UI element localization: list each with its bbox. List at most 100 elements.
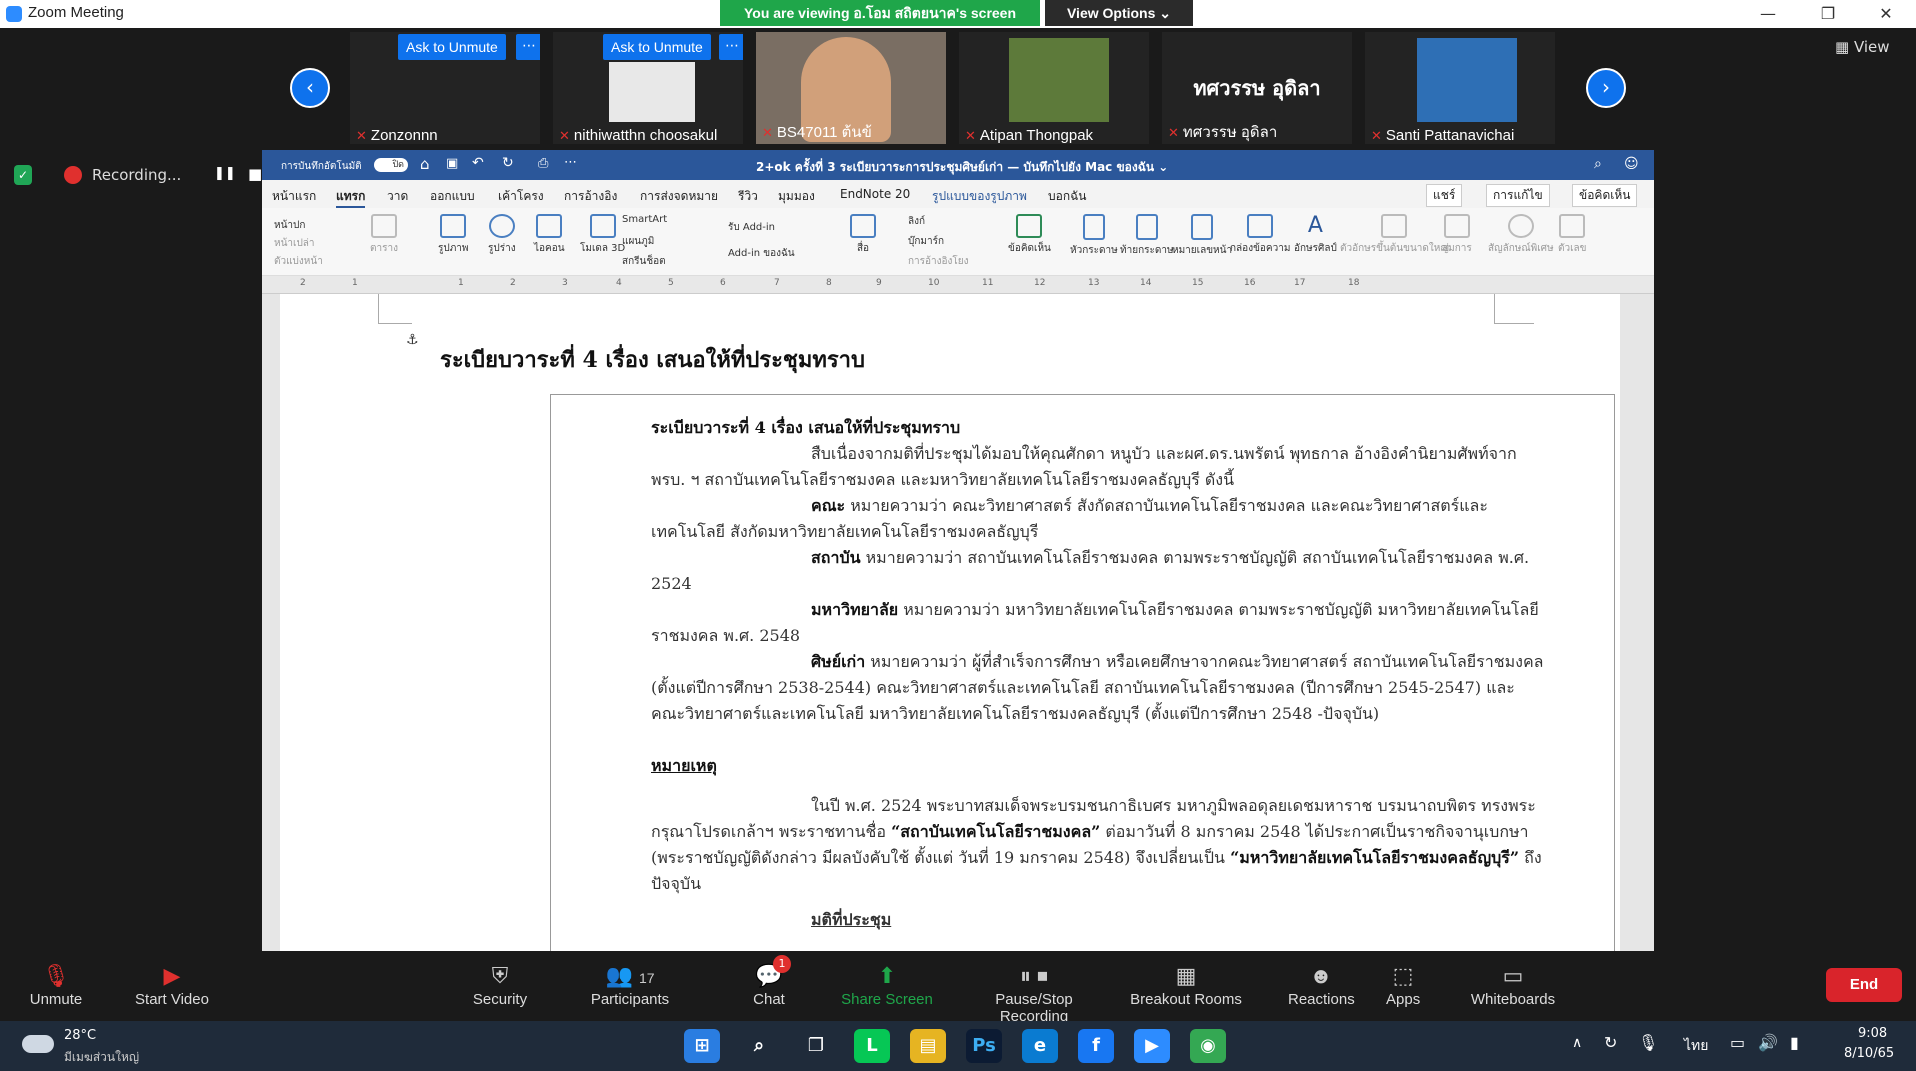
text-box[interactable]: ระเบียบวาระที่ 4 เรื่อง เสนอให้ที่ประชุม… [550, 394, 1615, 951]
edge-icon[interactable]: e [1022, 1029, 1058, 1063]
ribbon-screenshot[interactable]: สกรีนช็อต [622, 254, 666, 269]
clock-time[interactable]: 9:08 [1858, 1026, 1887, 1041]
ribbon-cross-reference[interactable]: การอ้างอิงโยง [908, 254, 969, 269]
participant-tile[interactable]: ✕ Atipan Thongpak [959, 32, 1149, 144]
view-button[interactable]: ▦ View [1835, 38, 1890, 56]
save-icon[interactable]: ▣ [446, 156, 458, 171]
participant-tile[interactable]: ทศวรรษ อุดิลา ✕ ทศวรรษ อุดิลา [1162, 32, 1352, 144]
tab-review[interactable]: รีวิว [738, 187, 758, 206]
redo-icon[interactable]: ↻ [502, 155, 514, 171]
network-icon[interactable]: ▭ [1730, 1033, 1745, 1052]
gallery-next-icon[interactable]: › [1586, 68, 1626, 108]
ribbon-table[interactable]: ตาราง [370, 214, 398, 256]
search-icon[interactable]: ⌕ [1594, 156, 1602, 172]
ribbon-link[interactable]: ลิงก์ [908, 214, 925, 229]
more-icon[interactable]: ⋯ [564, 155, 577, 170]
ribbon-wordart[interactable]: A อักษรศิลป์ [1294, 214, 1337, 256]
tab-tell-me[interactable]: บอกฉัน [1048, 187, 1086, 206]
ribbon-equation[interactable]: สมการ [1442, 214, 1472, 256]
participant-tile[interactable]: Ask to Unmute ⋯ ✕ nithiwatthn choosakul [553, 32, 743, 144]
ask-to-unmute-button[interactable]: Ask to Unmute [603, 34, 711, 60]
ribbon-shapes[interactable]: รูปร่าง [488, 214, 516, 256]
participants-button[interactable]: 👥 17 Participants [588, 961, 672, 1008]
battery-icon[interactable]: ▮ [1790, 1033, 1799, 1052]
ribbon-cover-page[interactable]: หน้าปก [274, 218, 305, 233]
tab-mailings[interactable]: การส่งจดหมาย [640, 187, 718, 206]
apps-button[interactable]: ⬚ Apps [1386, 961, 1420, 1008]
ribbon-pictures[interactable]: รูปภาพ [438, 214, 469, 256]
search-icon[interactable]: ⌕ [741, 1029, 777, 1063]
zoom-app-icon[interactable]: ▶ [1134, 1029, 1170, 1063]
volume-icon[interactable]: 🔊 [1758, 1033, 1778, 1052]
security-button[interactable]: ⛨ Security [468, 961, 532, 1008]
tab-draw[interactable]: วาด [387, 187, 408, 206]
tab-design[interactable]: ออกแบบ [430, 187, 475, 206]
ribbon-bookmark[interactable]: บุ๊กมาร์ก [908, 234, 944, 249]
comments-button[interactable]: ข้อคิดเห็น [1572, 184, 1638, 207]
ribbon-drop-cap[interactable]: ตัวอักษรขึ้นต้นขนาดใหญ่ [1340, 214, 1449, 256]
minimize-button[interactable]: — [1748, 2, 1788, 26]
ribbon-page-break[interactable]: ตัวแบ่งหน้า [274, 254, 323, 269]
close-button[interactable]: ✕ [1866, 2, 1906, 26]
facebook-icon[interactable]: f [1078, 1029, 1114, 1063]
tab-picture-format[interactable]: รูปแบบของรูปภาพ [932, 187, 1027, 206]
ribbon-3d-models[interactable]: โมเดล 3D [580, 214, 625, 256]
ribbon-get-addins[interactable]: รับ Add-in [728, 220, 775, 235]
print-icon[interactable]: ⎙ [538, 156, 548, 171]
ribbon-icons[interactable]: ไอคอน [534, 214, 565, 256]
ribbon-number[interactable]: ตัวเลข [1558, 214, 1587, 256]
editing-button[interactable]: การแก้ไข [1486, 184, 1550, 207]
language-indicator[interactable]: ไทย [1684, 1035, 1708, 1057]
unmute-button[interactable]: 🎙 Unmute [26, 961, 86, 1008]
more-options-button[interactable]: ⋯ [719, 34, 743, 60]
mic-tray-icon[interactable]: 🎙 [1638, 1033, 1658, 1052]
undo-icon[interactable]: ↶ [472, 155, 484, 171]
gallery-prev-icon[interactable]: ‹ [290, 68, 330, 108]
pause-stop-recording-button[interactable]: ⏸ ⏹ Pause/Stop Recording [960, 961, 1108, 1025]
share-people-icon[interactable]: ☺ [1624, 156, 1639, 172]
participant-tile[interactable]: ✕ Santi Pattanavichai [1365, 32, 1555, 144]
line-app-icon[interactable]: L [854, 1029, 890, 1063]
autosave-toggle[interactable]: ปิด [374, 158, 408, 172]
home-icon[interactable]: ⌂ [420, 155, 430, 173]
photoshop-icon[interactable]: Ps [966, 1029, 1002, 1063]
sync-icon[interactable]: ↻ [1604, 1033, 1617, 1052]
horizontal-ruler[interactable]: 2 1 1 2 3 4 5 6 7 8 9 10 11 12 13 14 15 … [262, 276, 1654, 294]
breakout-rooms-button[interactable]: ▦ Breakout Rooms [1130, 961, 1242, 1008]
restore-button[interactable]: ❐ [1808, 2, 1848, 26]
reactions-button[interactable]: ☻ Reactions [1288, 961, 1355, 1008]
ribbon-chart[interactable]: แผนภูมิ [622, 234, 654, 249]
participant-tile[interactable]: ✕ BS47011 ต้นข้ [756, 32, 946, 144]
ribbon-text-box[interactable]: กล่องข้อความ [1230, 214, 1290, 256]
ribbon-blank-page[interactable]: หน้าเปล่า [274, 236, 315, 251]
share-button[interactable]: แชร์ [1426, 184, 1463, 207]
stop-recording-icon[interactable]: ■ [248, 165, 262, 183]
tab-home[interactable]: หน้าแรก [272, 187, 316, 206]
chrome-icon[interactable]: ◉ [1190, 1029, 1226, 1063]
ribbon-my-addins[interactable]: Add-in ของฉัน [728, 246, 795, 261]
ribbon-header[interactable]: หัวกระดาษ [1070, 214, 1118, 258]
start-icon[interactable]: ⊞ [684, 1029, 720, 1063]
start-video-button[interactable]: ▶ Start Video [132, 961, 212, 1008]
ribbon-symbol[interactable]: สัญลักษณ์พิเศษ [1488, 214, 1554, 256]
ribbon-page-number[interactable]: หมายเลขหน้า [1172, 214, 1232, 258]
task-view-icon[interactable]: ❐ [798, 1029, 834, 1063]
ribbon-smartart[interactable]: SmartArt [622, 214, 667, 225]
more-options-button[interactable]: ⋯ [516, 34, 540, 60]
tab-endnote[interactable]: EndNote 20 [840, 187, 910, 201]
tab-view[interactable]: มุมมอง [778, 187, 815, 206]
file-explorer-icon[interactable]: ▤ [910, 1029, 946, 1063]
ribbon-footer[interactable]: ท้ายกระดาษ [1120, 214, 1174, 258]
tab-references[interactable]: การอ้างอิง [564, 187, 617, 206]
end-meeting-button[interactable]: End [1826, 968, 1902, 1002]
share-screen-button[interactable]: ⬆ Share Screen [840, 961, 934, 1008]
weather-temp[interactable]: 28°C [64, 1028, 96, 1043]
view-options-button[interactable]: View Options ⌄ [1045, 0, 1193, 26]
tab-insert[interactable]: แทรก [336, 187, 366, 208]
pause-recording-icon[interactable]: ❚❚ [214, 166, 236, 181]
tab-layout[interactable]: เค้าโครง [498, 187, 544, 206]
whiteboards-button[interactable]: ▭ Whiteboards [1468, 961, 1558, 1008]
tray-chevron-icon[interactable]: ∧ [1572, 1035, 1582, 1051]
ribbon-media[interactable]: สื่อ [850, 214, 876, 256]
document-page[interactable]: ⚓ ระเบียบวาระที่ 4 เรื่อง เสนอให้ที่ประช… [280, 294, 1620, 951]
